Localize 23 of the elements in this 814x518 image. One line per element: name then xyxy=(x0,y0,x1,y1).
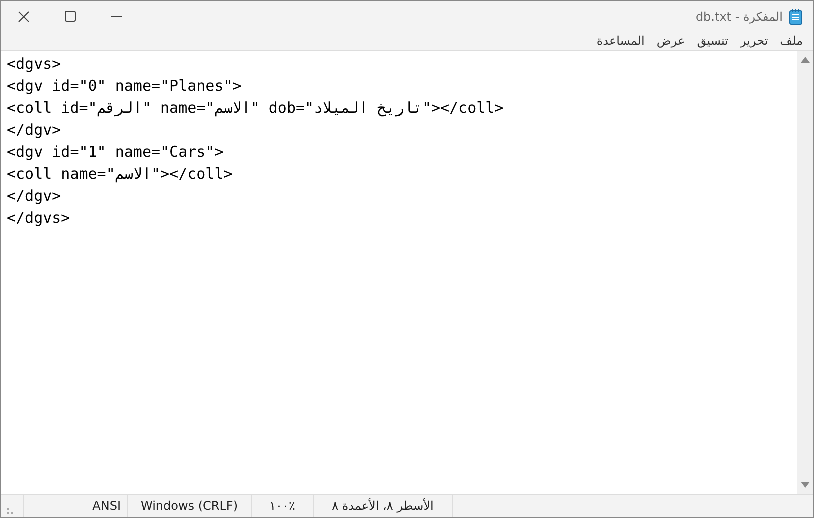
text-line: <coll id="الرقم" name="الاسم" dob="تاريخ الميلاد"></coll> xyxy=(7,98,505,119)
cursor-position-label: الأسطر ٨، الأعمدة ٨ xyxy=(313,495,453,517)
line-ending-label: Windows (CRLF) xyxy=(127,495,251,517)
text-line: <dgv id="0" name="Planes"> xyxy=(7,76,243,97)
window-title: المفكرة - db.txt xyxy=(696,10,783,24)
text-line: <dgvs> xyxy=(7,54,62,75)
text-line: <dgv id="1" name="Cars"> xyxy=(7,142,225,163)
maximize-icon[interactable] xyxy=(64,11,76,22)
menu-item[interactable]: المساعدة xyxy=(592,34,649,48)
scroll-down-icon[interactable] xyxy=(800,482,810,488)
close-icon[interactable] xyxy=(18,10,30,22)
text-line: </dgv> xyxy=(7,186,62,207)
menu-item[interactable]: عرض xyxy=(652,34,690,48)
menu-item[interactable]: تحرير xyxy=(736,34,772,48)
menu-item[interactable]: تنسيق xyxy=(693,34,732,48)
encoding-label: ANSI xyxy=(23,495,127,517)
text-line: </dgv> xyxy=(7,120,62,141)
zoom-label: ١٠٠٪ xyxy=(251,495,313,517)
scroll-up-icon[interactable] xyxy=(800,57,810,63)
text-line: </dgvs> xyxy=(7,208,72,229)
notepad-icon xyxy=(789,8,803,24)
menu-item[interactable]: ملف xyxy=(776,34,807,48)
text-line: <coll name="الاسم"></coll> xyxy=(7,164,234,185)
